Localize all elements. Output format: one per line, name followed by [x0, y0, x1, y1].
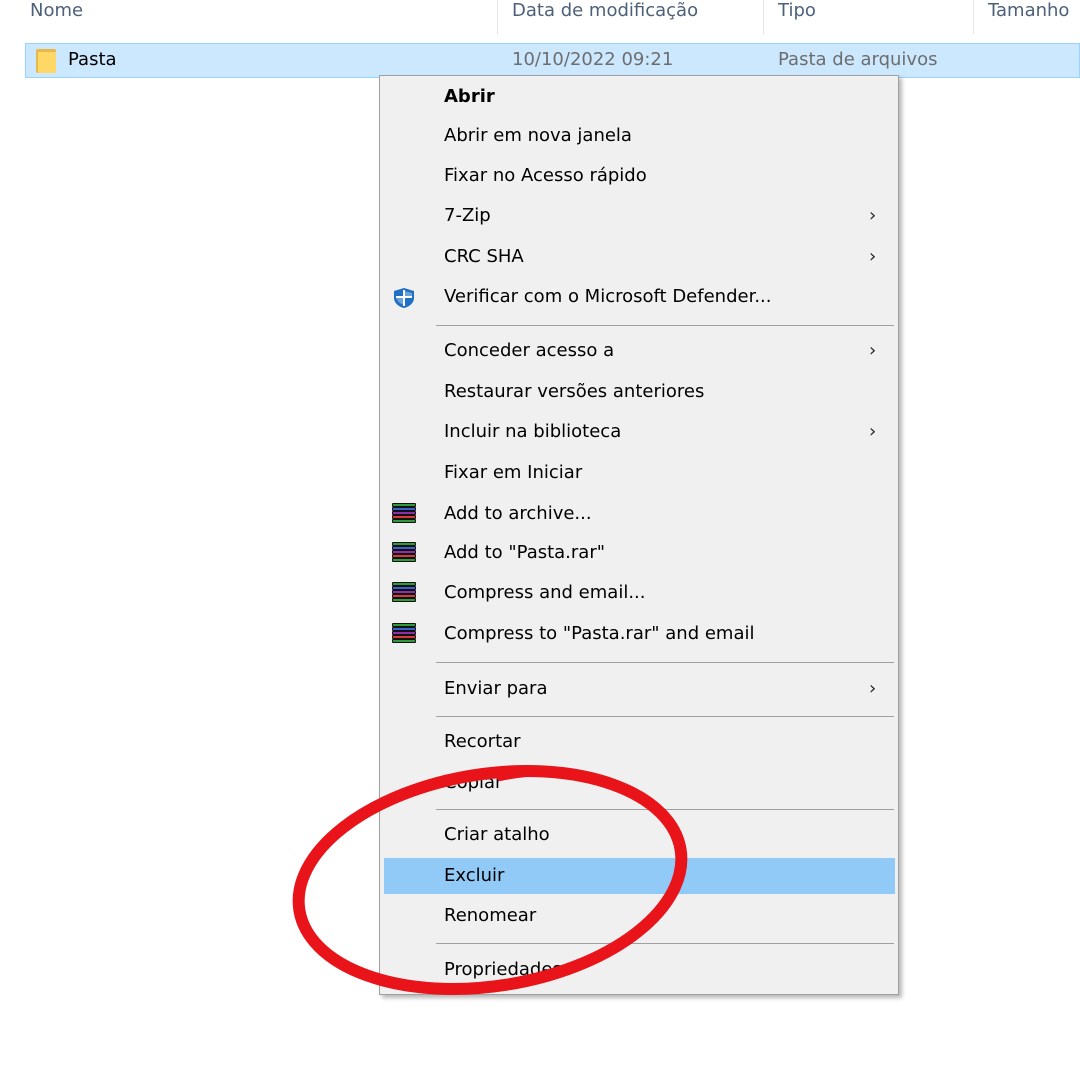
menu-item-add-to-archive[interactable]: Add to archive... [384, 496, 895, 532]
column-divider[interactable] [763, 0, 764, 34]
menu-item-7zip[interactable]: 7-Zip › [384, 198, 895, 234]
menu-item-excluir[interactable]: Excluir [384, 858, 895, 894]
file-name: Pasta [68, 49, 117, 70]
menu-item-label: Add to archive... [444, 503, 592, 524]
context-menu: Abrir Abrir em nova janela Fixar no Aces… [379, 75, 899, 995]
winrar-icon [392, 582, 416, 604]
menu-item-conceder-acesso[interactable]: Conceder acesso a › [384, 333, 895, 369]
file-type: Pasta de arquivos [778, 49, 938, 70]
menu-item-incluir-biblioteca[interactable]: Incluir na biblioteca › [384, 414, 895, 450]
menu-item-fixar-iniciar[interactable]: Fixar em Iniciar [384, 455, 895, 491]
winrar-icon [392, 542, 416, 564]
menu-separator [436, 716, 894, 717]
menu-item-add-to-pasta-rar[interactable]: Add to "Pasta.rar" [384, 535, 895, 571]
menu-item-label: Compress to "Pasta.rar" and email [444, 623, 755, 644]
menu-item-label: Recortar [444, 731, 521, 752]
chevron-right-icon: › [869, 421, 877, 442]
menu-item-label: Excluir [444, 865, 505, 886]
menu-item-label: Fixar no Acesso rápido [444, 165, 647, 186]
menu-item-label: Fixar em Iniciar [444, 462, 583, 483]
menu-item-label: Renomear [444, 905, 537, 926]
column-header-size[interactable]: Tamanho [988, 0, 1069, 22]
defender-shield-icon [392, 286, 416, 308]
menu-item-fixar-acesso-rapido[interactable]: Fixar no Acesso rápido [384, 158, 895, 194]
menu-item-crc-sha[interactable]: CRC SHA › [384, 239, 895, 275]
menu-item-compress-to-pasta-rar-email[interactable]: Compress to "Pasta.rar" and email [384, 616, 895, 652]
column-header-name[interactable]: Nome [30, 0, 83, 22]
menu-item-label: Copiar [444, 772, 503, 793]
menu-item-label: Conceder acesso a [444, 340, 615, 361]
chevron-right-icon: › [869, 340, 877, 361]
menu-item-propriedades[interactable]: Propriedades [384, 952, 895, 988]
column-divider[interactable] [973, 0, 974, 34]
menu-item-compress-and-email[interactable]: Compress and email... [384, 575, 895, 611]
menu-item-microsoft-defender[interactable]: Verificar com o Microsoft Defender... [384, 279, 895, 315]
winrar-icon [392, 503, 416, 525]
menu-separator [436, 325, 894, 326]
column-divider[interactable] [497, 0, 498, 34]
column-header-type[interactable]: Tipo [778, 0, 816, 22]
menu-item-label: Restaurar versões anteriores [444, 381, 705, 402]
chevron-right-icon: › [869, 246, 877, 267]
menu-item-abrir-nova-janela[interactable]: Abrir em nova janela [384, 118, 895, 154]
menu-separator [436, 662, 894, 663]
menu-item-restaurar-versoes[interactable]: Restaurar versões anteriores [384, 374, 895, 410]
menu-item-label: CRC SHA [444, 246, 524, 267]
menu-item-recortar[interactable]: Recortar [384, 724, 895, 760]
menu-item-criar-atalho[interactable]: Criar atalho [384, 817, 895, 853]
chevron-right-icon: › [869, 205, 877, 226]
menu-item-copiar[interactable]: Copiar [384, 765, 895, 801]
file-modified-date: 10/10/2022 09:21 [512, 49, 674, 70]
menu-item-label: Abrir em nova janela [444, 125, 632, 146]
menu-separator [436, 943, 894, 944]
menu-item-label: Abrir [444, 86, 495, 107]
menu-item-renomear[interactable]: Renomear [384, 898, 895, 934]
menu-item-enviar-para[interactable]: Enviar para › [384, 671, 895, 707]
menu-item-label: Add to "Pasta.rar" [444, 542, 606, 563]
menu-item-label: Enviar para [444, 678, 548, 699]
menu-item-label: Incluir na biblioteca [444, 421, 622, 442]
menu-item-label: 7-Zip [444, 205, 491, 226]
menu-separator [436, 809, 894, 810]
menu-item-label: Verificar com o Microsoft Defender... [444, 286, 772, 307]
winrar-icon [392, 623, 416, 645]
menu-item-label: Criar atalho [444, 824, 550, 845]
menu-item-label: Propriedades [444, 959, 562, 980]
menu-item-abrir[interactable]: Abrir [384, 79, 895, 115]
column-header-modified[interactable]: Data de modificação [512, 0, 698, 22]
chevron-right-icon: › [869, 678, 877, 699]
menu-item-label: Compress and email... [444, 582, 646, 603]
folder-icon [36, 49, 58, 73]
